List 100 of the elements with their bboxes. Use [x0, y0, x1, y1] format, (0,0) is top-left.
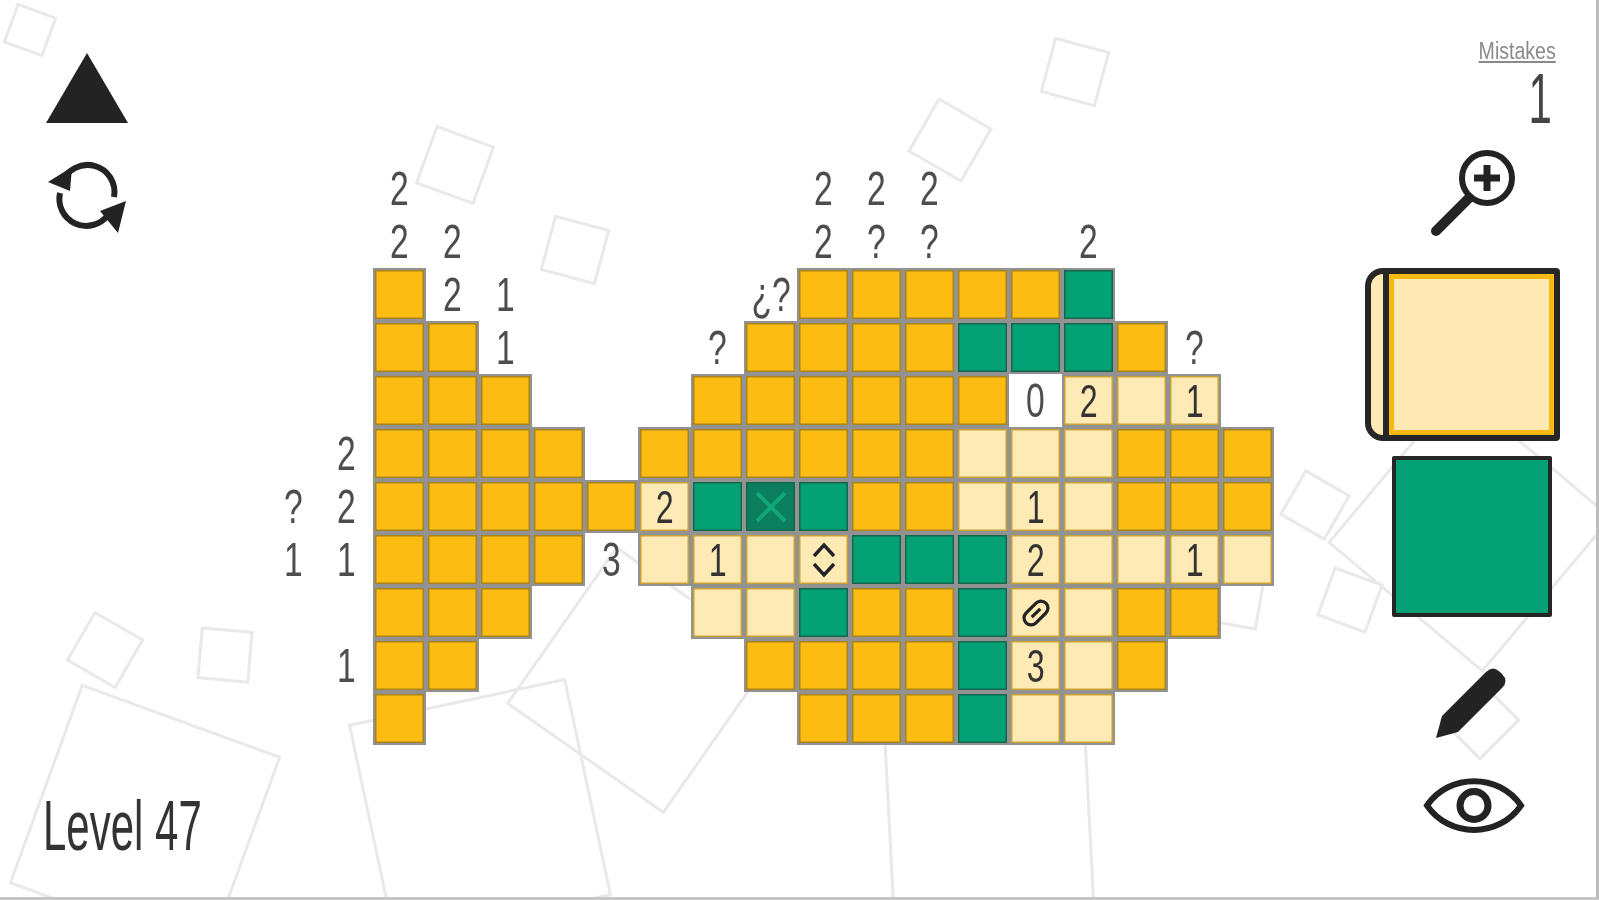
board-tile[interactable]: [426, 321, 479, 374]
board-tile[interactable]: [426, 427, 479, 480]
board-tile[interactable]: [903, 374, 956, 427]
board-tile: 1: [691, 533, 744, 586]
board-tile[interactable]: [426, 374, 479, 427]
board-tile[interactable]: [479, 427, 532, 480]
board-tile[interactable]: [850, 321, 903, 374]
board-tile[interactable]: [850, 427, 903, 480]
board-tile[interactable]: [585, 480, 638, 533]
clue-label: 0: [1026, 376, 1045, 425]
board-tile[interactable]: [532, 427, 585, 480]
board-tile: [1115, 374, 1168, 427]
board-tile[interactable]: [1168, 480, 1221, 533]
board-tile: [1115, 533, 1168, 586]
board-tile[interactable]: [797, 692, 850, 745]
board-tile[interactable]: [956, 268, 1009, 321]
board-tile[interactable]: [373, 427, 426, 480]
board-tile[interactable]: [373, 268, 426, 321]
board-tile[interactable]: [903, 639, 956, 692]
board-tile: [744, 586, 797, 639]
board-tile[interactable]: [850, 692, 903, 745]
board-tile[interactable]: [797, 321, 850, 374]
board-tile[interactable]: [373, 480, 426, 533]
chevrons-icon: [810, 540, 837, 579]
board-tile[interactable]: [797, 268, 850, 321]
board-tile[interactable]: [797, 639, 850, 692]
clue-label: 2: [390, 217, 409, 266]
board-tile[interactable]: [373, 586, 426, 639]
board-tile[interactable]: [903, 268, 956, 321]
clue-label: ?: [867, 217, 886, 266]
board-tile[interactable]: [903, 480, 956, 533]
board-tile: [956, 480, 1009, 533]
board-tile[interactable]: [691, 374, 744, 427]
board-tile: [1062, 480, 1115, 533]
board-tile: [691, 586, 744, 639]
clue-label: 2: [814, 217, 833, 266]
clue-label: 2: [443, 217, 462, 266]
board-tile: [1062, 692, 1115, 745]
clue-label: ¿?: [750, 270, 791, 319]
board-tile[interactable]: [373, 533, 426, 586]
board-tile[interactable]: [1115, 427, 1168, 480]
board-tile[interactable]: [479, 374, 532, 427]
board-tile[interactable]: [744, 639, 797, 692]
board-tile[interactable]: [797, 374, 850, 427]
board-tile[interactable]: [744, 374, 797, 427]
board-tile[interactable]: [850, 639, 903, 692]
board-tile[interactable]: [426, 533, 479, 586]
board-tile: 1: [1168, 533, 1221, 586]
board-tile[interactable]: [1115, 586, 1168, 639]
board-tile[interactable]: [1009, 268, 1062, 321]
board-tile[interactable]: [479, 586, 532, 639]
board-tile[interactable]: [850, 374, 903, 427]
board-tile[interactable]: [373, 639, 426, 692]
board-tile[interactable]: [426, 586, 479, 639]
board-tile[interactable]: [1115, 639, 1168, 692]
board-tile: [1009, 321, 1062, 374]
board-tile[interactable]: [479, 480, 532, 533]
board-tile[interactable]: [1115, 321, 1168, 374]
board-tile: [1062, 321, 1115, 374]
board-tile: [956, 321, 1009, 374]
board-tile: [956, 533, 1009, 586]
board-tile[interactable]: [850, 268, 903, 321]
board-tile[interactable]: [373, 692, 426, 745]
board-tile[interactable]: [426, 639, 479, 692]
board-tile[interactable]: [1168, 586, 1221, 639]
board-tile: [956, 427, 1009, 480]
board-tile[interactable]: [532, 480, 585, 533]
board-tile: [1009, 427, 1062, 480]
board-tile[interactable]: [903, 586, 956, 639]
board-tile[interactable]: [903, 692, 956, 745]
board-tile[interactable]: [744, 427, 797, 480]
clue-label: 2: [867, 164, 886, 213]
board-tile[interactable]: [744, 321, 797, 374]
board-tile: [638, 533, 691, 586]
board-tile[interactable]: [850, 480, 903, 533]
board-tile[interactable]: [903, 321, 956, 374]
board-tile[interactable]: [1115, 480, 1168, 533]
board-tile[interactable]: [373, 374, 426, 427]
triangle-icon[interactable]: [46, 53, 128, 123]
board-tile[interactable]: [691, 427, 744, 480]
board-tile[interactable]: [1221, 480, 1274, 533]
tool-swatch[interactable]: [1365, 268, 1560, 442]
board-tile[interactable]: [1221, 427, 1274, 480]
board-tile[interactable]: [479, 533, 532, 586]
board-tile[interactable]: [903, 427, 956, 480]
board-tile[interactable]: [426, 480, 479, 533]
board-tile[interactable]: [638, 427, 691, 480]
board-tile[interactable]: [1168, 427, 1221, 480]
board-tile: [1062, 639, 1115, 692]
board-tile[interactable]: [850, 586, 903, 639]
clue-label: ?: [1185, 323, 1204, 372]
tool-swatch[interactable]: [1392, 456, 1552, 618]
clue-label: 2: [920, 164, 939, 213]
board-tile[interactable]: [373, 321, 426, 374]
clue-label: 1: [496, 323, 515, 372]
board-tile[interactable]: [797, 427, 850, 480]
board-tile: [1062, 533, 1115, 586]
clue-label: ?: [708, 323, 727, 372]
board-tile[interactable]: [956, 374, 1009, 427]
board-tile[interactable]: [532, 533, 585, 586]
